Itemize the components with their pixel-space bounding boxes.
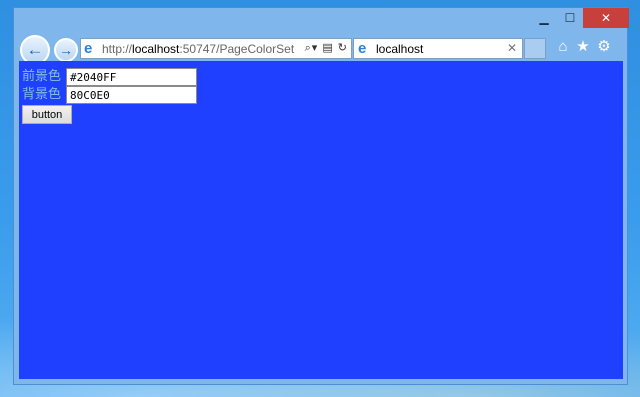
new-tab-button[interactable] <box>524 38 546 59</box>
page-content: 前景色 背景色 button <box>19 61 623 379</box>
foreground-label: 前景色 <box>22 68 62 83</box>
tab-localhost[interactable]: e localhost ✕ <box>353 38 523 59</box>
ie-logo-icon: e <box>358 40 367 57</box>
gear-icon[interactable]: ⚙ <box>595 38 613 56</box>
address-bar[interactable]: e http://localhost:50747/PageColorSet ⌕▾… <box>80 38 352 59</box>
star-icon[interactable]: ★ <box>574 38 592 56</box>
close-window-button[interactable]: ✕ <box>583 8 629 28</box>
url-scheme: http:// <box>102 42 133 56</box>
address-tools[interactable]: ⌕▾ ▤ ↻ <box>305 41 348 55</box>
foreground-input[interactable] <box>66 68 197 86</box>
minimize-button[interactable]: ▁ <box>531 8 557 28</box>
url-text[interactable]: http://localhost:50747/PageColorSet <box>102 42 294 56</box>
url-path: :50747/PageColorSet <box>179 42 295 56</box>
tab-title: localhost <box>376 42 424 56</box>
background-input[interactable] <box>66 86 197 104</box>
ie-logo-icon: e <box>84 40 93 57</box>
maximize-button[interactable]: ☐ <box>557 8 583 28</box>
browser-window: ▁ ☐ ✕ ← → e http://localhost:50747/PageC… <box>13 7 629 385</box>
url-host: localhost <box>132 42 180 56</box>
close-icon[interactable]: ✕ <box>507 41 517 55</box>
forward-icon: → <box>59 42 73 58</box>
home-icon[interactable]: ⌂ <box>554 38 572 56</box>
background-label: 背景色 <box>22 86 62 101</box>
submit-button[interactable]: button <box>22 105 72 124</box>
forward-button[interactable]: → <box>54 38 78 62</box>
back-icon: ← <box>26 40 44 59</box>
